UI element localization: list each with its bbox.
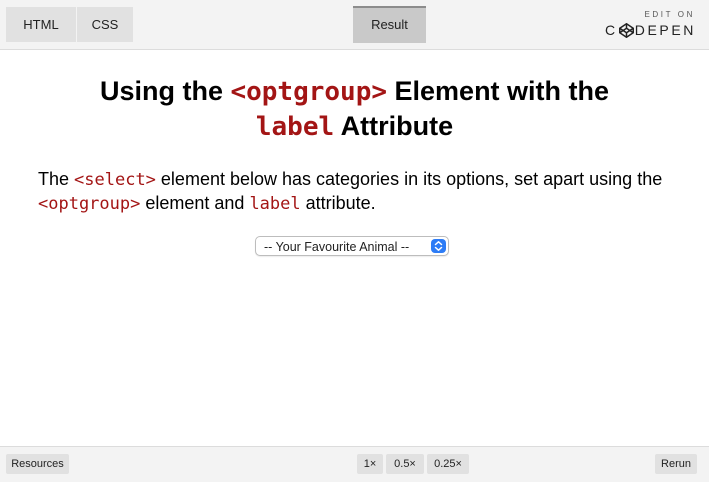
tab-result[interactable]: Result <box>353 6 426 43</box>
title-text-1: Using the <box>99 76 231 106</box>
intro-text-2: element below has categories in its opti… <box>155 169 663 189</box>
title-code-label: label <box>255 112 335 142</box>
intro-code-optgroup: <optgroup> <box>38 194 141 214</box>
result-pane: Using the <optgroup> Element with the la… <box>0 50 709 446</box>
title-text-2: Element with the <box>387 76 610 106</box>
codepen-logo-c: C <box>605 22 618 38</box>
intro-text-1: The <box>38 169 75 189</box>
page-title: Using the <optgroup> Element with the la… <box>0 74 709 144</box>
intro-text-4: attribute. <box>300 193 376 213</box>
zoom-0.5x-button[interactable]: 0.5× <box>386 454 424 474</box>
edit-on-label[interactable]: EDIT ON <box>644 10 695 19</box>
favourite-animal-select[interactable]: -- Your Favourite Animal -- <box>255 236 449 256</box>
intro-code-select: <select> <box>74 170 156 190</box>
intro-paragraph: The <select> element below has categorie… <box>38 168 678 216</box>
editor-top-bar: HTML CSS Result EDIT ON C DEPEN <box>0 0 709 50</box>
tab-html[interactable]: HTML <box>6 7 76 42</box>
codepen-logo[interactable]: C DEPEN <box>605 22 696 38</box>
select-value: -- Your Favourite Animal -- <box>264 240 410 254</box>
tab-css[interactable]: CSS <box>77 7 133 42</box>
codepen-cube-icon <box>618 22 634 38</box>
codepen-logo-rest: DEPEN <box>634 22 696 38</box>
zoom-0.25x-button[interactable]: 0.25× <box>427 454 469 474</box>
intro-code-label: label <box>249 194 301 214</box>
title-text-3: Attribute <box>334 111 454 141</box>
zoom-1x-button[interactable]: 1× <box>357 454 383 474</box>
rerun-button[interactable]: Rerun <box>655 454 697 474</box>
intro-text-3: element and <box>140 193 250 213</box>
select-updown-icon <box>431 239 446 253</box>
title-code-optgroup: <optgroup> <box>230 77 388 107</box>
editor-bottom-bar: Resources 1× 0.5× 0.25× Rerun <box>0 446 709 482</box>
resources-button[interactable]: Resources <box>6 454 69 474</box>
